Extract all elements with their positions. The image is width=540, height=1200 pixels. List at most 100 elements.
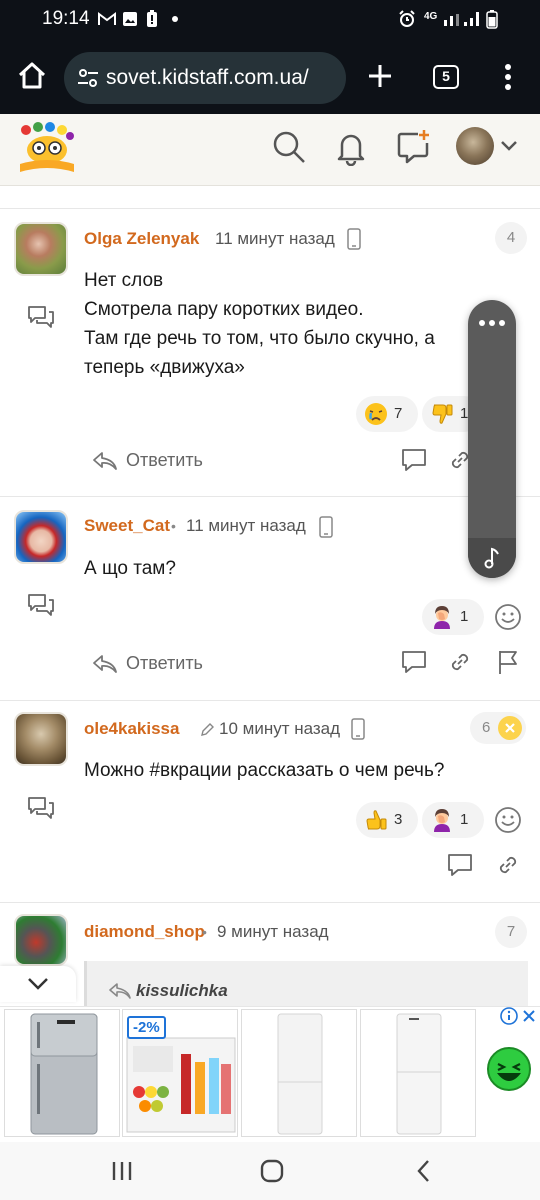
new-post-icon[interactable] <box>394 128 432 166</box>
home-circle-icon[interactable] <box>258 1158 286 1184</box>
fridge-white-2-image <box>396 1013 442 1135</box>
chevron-down-icon <box>28 978 48 990</box>
quote-comment-icon[interactable] <box>446 851 474 879</box>
tabs-button[interactable]: 5 <box>433 65 459 89</box>
reaction-count: 1 <box>460 811 469 828</box>
comment-line: Там где речь то том, что было скучно, а <box>84 328 435 349</box>
comment-author[interactable]: ole4kakissa <box>84 719 179 739</box>
recent-apps-icon[interactable] <box>108 1158 136 1184</box>
divider <box>0 700 540 701</box>
avatar[interactable] <box>14 914 68 966</box>
notification-dot-icon <box>172 16 178 22</box>
add-reaction-icon[interactable] <box>494 603 522 631</box>
more-dots-icon[interactable] <box>478 316 506 330</box>
browser-toolbar: sovet.kidstaff.com.ua/ 5 <box>0 40 540 114</box>
avatar[interactable] <box>14 712 68 766</box>
comments-icon[interactable] <box>26 304 56 330</box>
quote-comment-icon[interactable] <box>400 446 428 474</box>
reply-icon <box>109 983 131 999</box>
status-bar: 19:14 4G <box>0 0 540 40</box>
comments-icon[interactable] <box>26 592 56 618</box>
link-icon[interactable] <box>494 851 522 879</box>
avatar[interactable] <box>14 510 68 564</box>
reply-icon <box>93 655 117 673</box>
address-bar[interactable]: sovet.kidstaff.com.ua/ <box>64 52 346 104</box>
quote-comment-icon[interactable] <box>400 648 428 676</box>
discount-badge: -2% <box>127 1016 166 1039</box>
divider <box>0 496 540 497</box>
divider <box>0 208 540 209</box>
home-icon[interactable] <box>14 58 50 94</box>
search-icon[interactable] <box>270 128 308 166</box>
ad-product-mini-fridge[interactable]: -2% <box>122 1009 238 1137</box>
comment-time: 11 минут назад <box>215 229 335 248</box>
thumbs-up-icon <box>366 810 387 830</box>
reaction-count: 7 <box>394 405 403 422</box>
close-icon[interactable] <box>498 716 522 740</box>
crying-face-icon <box>365 403 387 426</box>
gallery-icon <box>123 12 137 26</box>
site-header <box>0 114 540 186</box>
alarm-icon <box>399 10 415 27</box>
avatar[interactable] <box>14 222 68 276</box>
separator-dot: • <box>171 518 176 534</box>
menu-dots-icon[interactable] <box>498 62 518 92</box>
ad-info-icon[interactable] <box>500 1007 518 1025</box>
chevron-down-icon[interactable] <box>500 138 518 154</box>
ad-close-icon[interactable] <box>521 1007 537 1025</box>
comment-number[interactable]: 7 <box>495 916 527 948</box>
comment-line: Смотрела пару коротких видео. <box>84 299 364 320</box>
ad-product-fridge-steel[interactable] <box>4 1009 120 1137</box>
comment-line: Можно #вкрации рассказать о чем речь? <box>84 760 445 781</box>
comment-text: А що там? <box>84 554 524 583</box>
back-icon[interactable] <box>410 1158 438 1184</box>
reaction-thumbs-up[interactable]: 3 <box>356 802 418 838</box>
comments-icon[interactable] <box>26 795 56 821</box>
thumbs-down-icon <box>432 404 453 424</box>
reaction-facepalm[interactable]: 1 <box>422 599 484 635</box>
reaction-facepalm[interactable]: 1 <box>422 802 484 838</box>
report-flag-icon[interactable] <box>494 648 522 676</box>
fridge-steel-image <box>30 1013 98 1135</box>
site-logo[interactable] <box>14 120 80 176</box>
comment-line: А що там? <box>84 558 176 579</box>
mini-fridge-image <box>126 1037 236 1133</box>
comment-text: Можно #вкрации рассказать о чем речь? <box>84 756 524 785</box>
edited-pencil-icon <box>201 723 214 736</box>
link-icon[interactable] <box>446 648 474 676</box>
gmail-icon <box>98 12 116 25</box>
fridge-white-image <box>277 1013 323 1135</box>
floating-panel[interactable] <box>468 300 516 578</box>
reaction-crying[interactable]: 7 <box>356 396 418 432</box>
comment-author[interactable]: diamond_shop <box>84 922 205 942</box>
quote-author[interactable]: kissulichka <box>136 981 228 1001</box>
url-text[interactable]: sovet.kidstaff.com.ua/ <box>106 66 309 90</box>
user-avatar[interactable] <box>456 127 494 165</box>
reply-label: Ответить <box>126 653 203 673</box>
comment-author[interactable]: Sweet_Cat <box>84 516 170 536</box>
comment-time: 9 минут назад <box>217 922 329 941</box>
ad-banner[interactable]: -2% <box>0 1006 540 1142</box>
mobile-device-icon <box>351 718 365 740</box>
comment-author[interactable]: Olga Zelenyak <box>84 229 199 249</box>
collapse-ad-button[interactable] <box>0 966 76 1002</box>
comment-line: теперь «движуха» <box>84 357 245 378</box>
comment-text: Нет слов Смотрела пару коротких видео. Т… <box>84 266 524 382</box>
comment-number-value: 6 <box>482 719 491 736</box>
ad-product-fridge-white[interactable] <box>241 1009 357 1137</box>
bell-icon[interactable] <box>332 128 370 166</box>
site-settings-icon[interactable] <box>76 66 100 90</box>
divider <box>0 902 540 903</box>
reaction-count: 3 <box>394 811 403 828</box>
new-tab-plus-icon[interactable] <box>364 60 396 92</box>
facepalm-icon <box>434 809 450 833</box>
music-note-icon <box>484 547 499 569</box>
ad-product-fridge-white-2[interactable] <box>360 1009 476 1137</box>
battery-icon <box>486 10 498 29</box>
laughing-face-icon[interactable] <box>486 1046 532 1092</box>
battery-saver-icon <box>147 10 157 27</box>
comment-number[interactable]: 4 <box>495 222 527 254</box>
network-label: 4G <box>424 11 438 22</box>
comment-time: 10 минут назад <box>219 719 341 738</box>
add-reaction-icon[interactable] <box>494 806 522 834</box>
